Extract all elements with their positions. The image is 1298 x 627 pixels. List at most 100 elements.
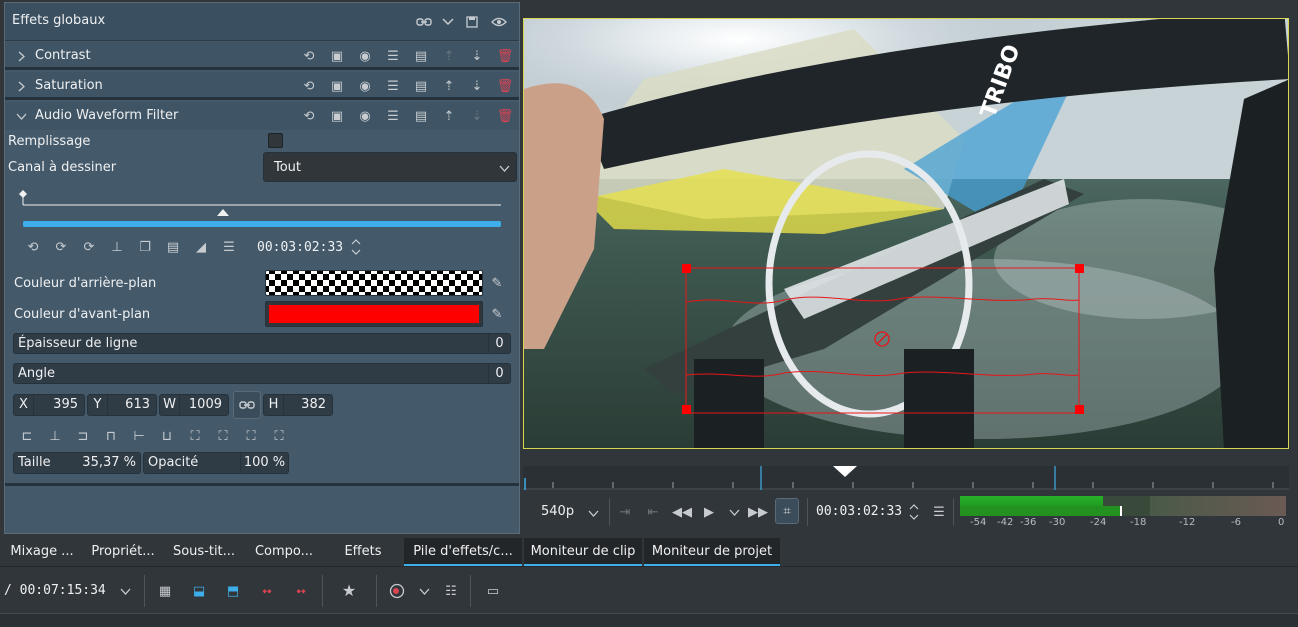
- paste-icon[interactable]: ▤: [165, 239, 181, 255]
- save-icon[interactable]: ▤: [413, 108, 429, 124]
- fg-color-swatch[interactable]: [265, 301, 483, 327]
- play-icon[interactable]: ▶: [701, 504, 717, 520]
- link-icon[interactable]: [415, 13, 433, 31]
- tab-effect-stack[interactable]: Pile d'effets/c...: [404, 538, 522, 566]
- compare-icon[interactable]: ▣: [329, 108, 345, 124]
- align-top-icon[interactable]: ⊓: [103, 428, 119, 444]
- compare-icon[interactable]: ▣: [329, 48, 345, 64]
- save-icon[interactable]: ▤: [413, 48, 429, 64]
- subtitle-track-icon[interactable]: ▭: [484, 583, 502, 599]
- keyframe-ruler[interactable]: [19, 187, 505, 227]
- eye-icon[interactable]: ◉: [357, 78, 373, 94]
- move-down-icon[interactable]: ⇣: [469, 48, 485, 64]
- record-icon[interactable]: [388, 582, 406, 600]
- save-icon[interactable]: ▤: [413, 78, 429, 94]
- size-slider[interactable]: Taille 35,37 %: [13, 452, 141, 474]
- monitor-ruler[interactable]: [523, 466, 1289, 490]
- reset-icon[interactable]: ⟲: [301, 48, 317, 64]
- color-picker-icon[interactable]: ✎: [489, 306, 505, 322]
- menu-icon[interactable]: ☰: [221, 239, 237, 255]
- rewind-icon[interactable]: ◀◀: [672, 504, 692, 520]
- align-bottom-icon[interactable]: ⊔: [159, 428, 175, 444]
- delete-icon[interactable]: 🗑: [497, 78, 514, 94]
- overwrite-icon[interactable]: ⬒: [224, 583, 242, 599]
- line-width-slider[interactable]: Épaisseur de ligne 0: [13, 333, 511, 354]
- align-icon[interactable]: ⊥: [109, 239, 125, 255]
- menu-icon[interactable]: ☰: [931, 504, 947, 520]
- w-value[interactable]: 1009: [189, 395, 222, 415]
- tab-project-monitor[interactable]: Moniteur de projet: [644, 538, 780, 566]
- move-down-icon[interactable]: ⇣: [469, 78, 485, 94]
- chevron-down-icon[interactable]: [417, 585, 431, 597]
- bg-color-swatch[interactable]: [265, 270, 483, 296]
- chevron-down-icon[interactable]: [118, 585, 132, 597]
- fit-width-icon[interactable]: ⛶: [215, 428, 231, 444]
- move-up-icon[interactable]: ⇡: [441, 48, 457, 64]
- angle-slider[interactable]: Angle 0: [13, 363, 511, 384]
- compare-icon[interactable]: ▣: [329, 78, 345, 94]
- star-icon[interactable]: ★: [340, 582, 358, 600]
- line-width-value[interactable]: 0: [488, 334, 510, 353]
- reset-icon[interactable]: ⟲: [301, 78, 317, 94]
- angle-value[interactable]: 0: [488, 364, 510, 383]
- mixer-settings-icon[interactable]: ☷: [442, 583, 460, 599]
- lock-ratio-button[interactable]: [233, 391, 261, 419]
- edit-mode-button[interactable]: ⌗: [775, 498, 799, 524]
- move-up-icon[interactable]: ⇡: [441, 78, 457, 94]
- move-down-icon[interactable]: ⇣: [469, 108, 485, 124]
- set-zone-out-icon[interactable]: ⇤: [645, 504, 661, 520]
- fill-checkbox[interactable]: [268, 133, 283, 148]
- align-hcenter-icon[interactable]: ⊥: [47, 428, 63, 444]
- chevron-down-icon[interactable]: [14, 110, 28, 122]
- move-up-icon[interactable]: ⇡: [441, 108, 457, 124]
- size-value[interactable]: 35,37 %: [82, 455, 136, 470]
- align-left-icon[interactable]: ⊏: [19, 428, 35, 444]
- delete-icon[interactable]: 🗑: [497, 108, 514, 124]
- fill-frame-icon[interactable]: ⛶: [271, 428, 287, 444]
- align-right-icon[interactable]: ⊐: [75, 428, 91, 444]
- fit-height-icon[interactable]: ⛶: [243, 428, 259, 444]
- y-value[interactable]: 613: [125, 395, 150, 415]
- chevron-down-icon[interactable]: [727, 506, 741, 518]
- chevron-right-icon[interactable]: [15, 79, 27, 93]
- tab-clip-monitor[interactable]: Moniteur de clip: [524, 538, 642, 566]
- effect-row-audio-waveform[interactable]: Audio Waveform Filter ⟲ ▣ ◉ ☰ ▤ ⇡ ⇣ 🗑: [5, 102, 519, 130]
- timecode-spin-icon[interactable]: [907, 500, 921, 524]
- w-spinbox[interactable]: W 1009: [159, 394, 229, 416]
- timecode-spin-icon[interactable]: [349, 236, 363, 258]
- tab-mixer[interactable]: Mixage ...: [2, 538, 82, 566]
- tab-compositions[interactable]: Compo...: [244, 538, 324, 566]
- x-value[interactable]: 395: [53, 395, 78, 415]
- delete-icon[interactable]: 🗑: [497, 48, 514, 64]
- reset-icon[interactable]: ⟲: [301, 108, 317, 124]
- h-value[interactable]: 382: [301, 395, 326, 415]
- tab-subtitles[interactable]: Sous-tit...: [164, 538, 244, 566]
- opacity-value[interactable]: 100 %: [240, 453, 288, 473]
- y-spinbox[interactable]: Y 613: [87, 394, 157, 416]
- eye-icon[interactable]: ◉: [357, 48, 373, 64]
- chevron-right-icon[interactable]: [15, 49, 27, 63]
- set-zone-in-icon[interactable]: ⇥: [617, 504, 633, 520]
- effect-row-contrast[interactable]: Contrast ⟲ ▣ ◉ ☰ ▤ ⇡ ⇣ 🗑: [5, 42, 519, 70]
- x-spinbox[interactable]: X 395: [13, 394, 85, 416]
- video-frame[interactable]: TRIBO: [523, 18, 1289, 449]
- tab-properties[interactable]: Propriét...: [82, 538, 164, 566]
- effect-row-saturation[interactable]: Saturation ⟲ ▣ ◉ ☰ ▤ ⇡ ⇣ 🗑: [5, 72, 519, 100]
- h-spinbox[interactable]: H 382: [263, 394, 333, 416]
- copy-icon[interactable]: ❐: [137, 239, 153, 255]
- channel-select[interactable]: Tout: [263, 152, 517, 182]
- opacity-slider[interactable]: Opacité 100 %: [143, 452, 289, 474]
- tab-effects[interactable]: Effets: [324, 538, 402, 566]
- insert-icon[interactable]: ⬓: [190, 583, 208, 599]
- eye-icon[interactable]: ◉: [357, 108, 373, 124]
- add-keyframe-icon[interactable]: ⟳: [53, 239, 69, 255]
- resolution-select[interactable]: 540p: [529, 498, 603, 526]
- next-keyframe-icon[interactable]: ⟳: [81, 239, 97, 255]
- keyframe-timecode[interactable]: 00:03:02:33: [257, 240, 343, 255]
- eye-icon[interactable]: [490, 13, 508, 31]
- extract-icon[interactable]: ⬩⬩: [292, 583, 310, 599]
- adjust-icon[interactable]: ☰: [385, 48, 401, 64]
- adjust-icon[interactable]: ☰: [385, 78, 401, 94]
- monitor-timecode[interactable]: 00:03:02:33: [816, 504, 902, 519]
- color-picker-icon[interactable]: ✎: [489, 275, 505, 291]
